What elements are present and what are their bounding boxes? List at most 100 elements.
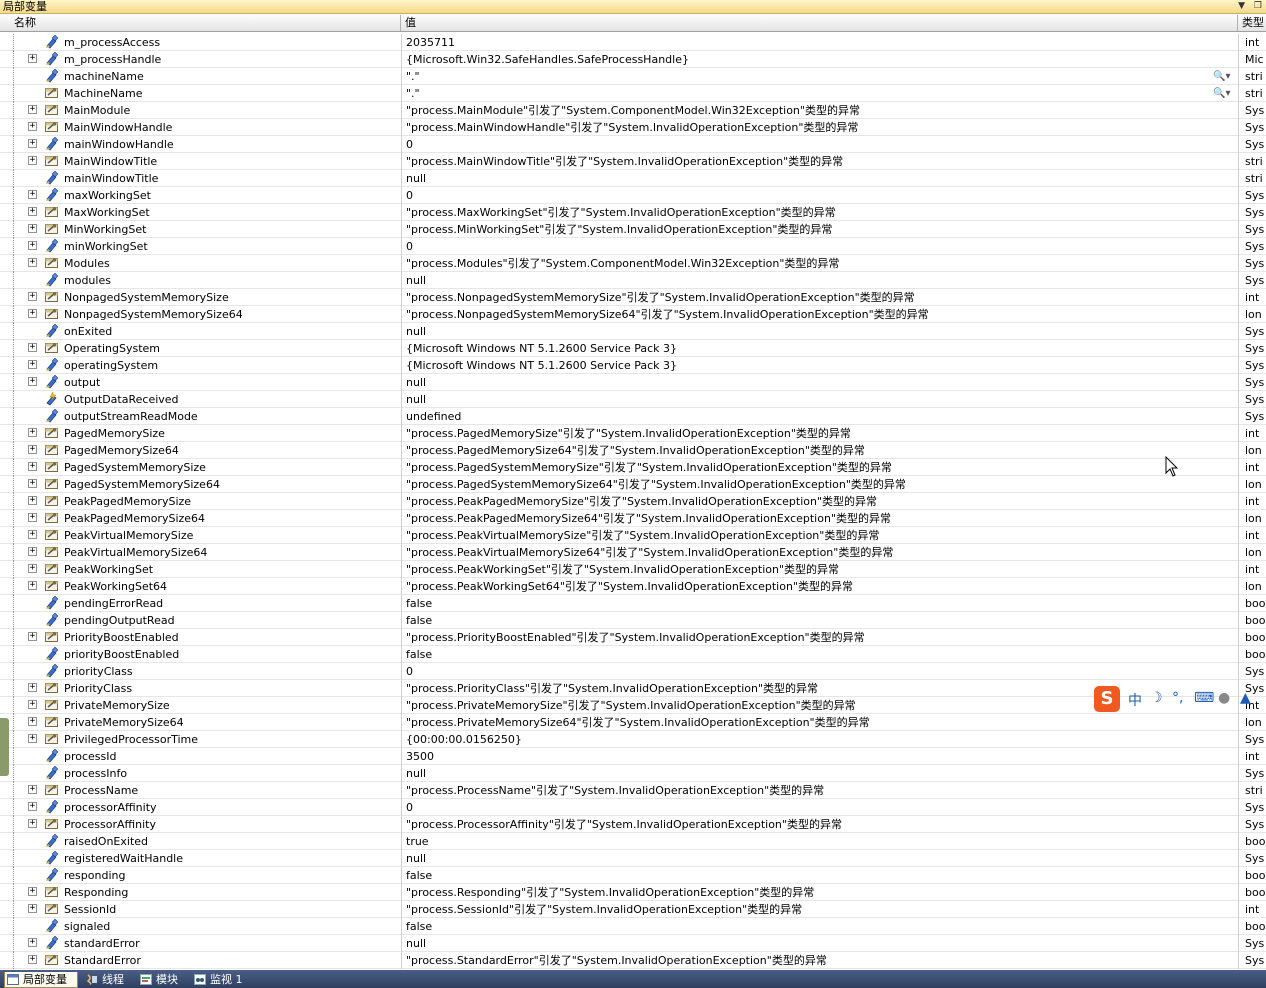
table-row[interactable]: + PagedMemorySize64 "process.PagedMemorySi… xyxy=(0,442,1266,459)
tab-locals[interactable]: 局部变量 xyxy=(4,972,78,988)
table-row[interactable]: responding false boo xyxy=(0,867,1266,884)
row-value[interactable]: null xyxy=(401,850,1238,867)
row-value[interactable]: null xyxy=(401,170,1238,187)
table-row[interactable]: pendingOutputRead false boo xyxy=(0,612,1266,629)
expand-toggle-icon[interactable]: + xyxy=(28,564,37,573)
ime-mode-label[interactable]: 中 xyxy=(1128,690,1142,710)
expand-toggle-icon[interactable]: + xyxy=(28,139,37,148)
row-value[interactable]: "process.PagedSystemMemorySize64"引发了"Sys… xyxy=(401,476,1238,493)
row-value[interactable]: "process.PeakWorkingSet"引发了"System.Inval… xyxy=(401,561,1238,578)
row-value[interactable]: "process.MainWindowHandle"引发了"System.Inv… xyxy=(401,119,1238,136)
expand-toggle-icon[interactable]: + xyxy=(28,819,37,828)
table-row[interactable]: registeredWaitHandle null Sys xyxy=(0,850,1266,867)
table-row[interactable]: signaled false boo xyxy=(0,918,1266,935)
row-value[interactable]: "process.PagedMemorySize"引发了"System.Inva… xyxy=(401,425,1238,442)
table-row[interactable]: + PriorityClass "process.PriorityClass"引发了… xyxy=(0,680,1266,697)
table-row[interactable]: priorityClass 0 Sys xyxy=(0,663,1266,680)
expand-toggle-icon[interactable]: + xyxy=(28,377,37,386)
row-value[interactable]: "process.PrivateMemorySize64"引发了"System.… xyxy=(401,714,1238,731)
expand-toggle-icon[interactable]: + xyxy=(28,785,37,794)
row-value[interactable]: "process.PagedSystemMemorySize"引发了"Syste… xyxy=(401,459,1238,476)
row-value[interactable]: "process.ProcessName"引发了"System.InvalidO… xyxy=(401,782,1238,799)
row-value[interactable]: 2035711 xyxy=(401,34,1238,51)
table-row[interactable]: + output null Sys xyxy=(0,374,1266,391)
expand-toggle-icon[interactable]: + xyxy=(28,309,37,318)
table-row[interactable]: + SessionId "process.SessionId"引发了"System.… xyxy=(0,901,1266,918)
row-value[interactable]: "." xyxy=(401,68,1238,85)
row-value[interactable]: "process.ProcessorAffinity"引发了"System.In… xyxy=(401,816,1238,833)
row-value[interactable]: 0 xyxy=(401,663,1238,680)
row-value[interactable]: "process.NonpagedSystemMemorySize64"引发了"… xyxy=(401,306,1238,323)
row-value[interactable]: false xyxy=(401,918,1238,935)
table-row[interactable]: + PagedSystemMemorySize64 "process.PagedSy… xyxy=(0,476,1266,493)
table-row[interactable]: + OperatingSystem {Microsoft Windows NT 5.… xyxy=(0,340,1266,357)
punctuation-icon[interactable]: °, xyxy=(1172,690,1183,706)
tab-threads[interactable]: 线程 xyxy=(84,972,124,988)
row-value[interactable]: null xyxy=(401,935,1238,952)
row-value[interactable]: false xyxy=(401,646,1238,663)
table-row[interactable]: + PrivateMemorySize64 "process.PrivateMemo… xyxy=(0,714,1266,731)
row-value[interactable]: false xyxy=(401,612,1238,629)
row-value[interactable]: "process.PeakPagedMemorySize64"引发了"Syste… xyxy=(401,510,1238,527)
table-row[interactable]: + maxWorkingSet 0 Sys xyxy=(0,187,1266,204)
row-value[interactable]: "process.MainWindowTitle"引发了"System.Inva… xyxy=(401,153,1238,170)
expand-toggle-icon[interactable]: + xyxy=(28,224,37,233)
expand-toggle-icon[interactable]: + xyxy=(28,343,37,352)
expand-toggle-icon[interactable]: + xyxy=(28,734,37,743)
dropdown-arrow-icon[interactable]: ▼ xyxy=(1238,1,1245,11)
row-value[interactable]: false xyxy=(401,867,1238,884)
expand-toggle-icon[interactable]: + xyxy=(28,292,37,301)
table-row[interactable]: + PeakWorkingSet "process.PeakWorkingSet"引… xyxy=(0,561,1266,578)
restore-window-icon[interactable]: ❐ xyxy=(1254,1,1262,11)
column-header-type[interactable]: 类型 xyxy=(1238,15,1266,31)
table-row[interactable]: priorityBoostEnabled false boo xyxy=(0,646,1266,663)
expand-toggle-icon[interactable]: + xyxy=(28,581,37,590)
row-value[interactable]: 3500 xyxy=(401,748,1238,765)
expand-toggle-icon[interactable]: + xyxy=(28,445,37,454)
table-row[interactable]: + PeakWorkingSet64 "process.PeakWorkingSet… xyxy=(0,578,1266,595)
row-value[interactable]: "process.PeakPagedMemorySize"引发了"System.… xyxy=(401,493,1238,510)
table-row[interactable]: + operatingSystem {Microsoft Windows NT 5.… xyxy=(0,357,1266,374)
expand-toggle-icon[interactable]: + xyxy=(28,632,37,641)
row-value[interactable]: "process.PeakVirtualMemorySize64"引发了"Sys… xyxy=(401,544,1238,561)
expand-toggle-icon[interactable]: + xyxy=(28,190,37,199)
row-value[interactable]: 0 xyxy=(401,238,1238,255)
table-row[interactable]: + PagedMemorySize "process.PagedMemorySize… xyxy=(0,425,1266,442)
table-row[interactable]: + PrivilegedProcessorTime {00:00:00.015625… xyxy=(0,731,1266,748)
expand-toggle-icon[interactable]: + xyxy=(28,904,37,913)
row-value[interactable]: null xyxy=(401,391,1238,408)
row-value[interactable]: {Microsoft Windows NT 5.1.2600 Service P… xyxy=(401,340,1238,357)
row-value[interactable]: {Microsoft Windows NT 5.1.2600 Service P… xyxy=(401,357,1238,374)
tab-modules[interactable]: 模块 xyxy=(138,972,178,988)
table-row[interactable]: + processorAffinity 0 Sys xyxy=(0,799,1266,816)
table-row[interactable]: onExited null Sys xyxy=(0,323,1266,340)
row-value[interactable]: "process.Modules"引发了"System.ComponentMod… xyxy=(401,255,1238,272)
table-row[interactable]: + standardError null Sys xyxy=(0,935,1266,952)
row-value[interactable]: true xyxy=(401,833,1238,850)
table-row[interactable]: + PriorityBoostEnabled "process.PriorityBo… xyxy=(0,629,1266,646)
row-value[interactable]: null xyxy=(401,272,1238,289)
expand-toggle-icon[interactable]: + xyxy=(28,530,37,539)
expand-toggle-icon[interactable]: + xyxy=(28,955,37,964)
expand-toggle-icon[interactable]: + xyxy=(28,258,37,267)
table-row[interactable]: + mainWindowHandle 0 Sys xyxy=(0,136,1266,153)
row-value[interactable]: null xyxy=(401,765,1238,782)
table-row[interactable]: + NonpagedSystemMemorySize64 "process.Nonp… xyxy=(0,306,1266,323)
row-value[interactable]: {Microsoft.Win32.SafeHandles.SafeProcess… xyxy=(401,51,1238,68)
row-value[interactable]: "process.NonpagedSystemMemorySize"引发了"Sy… xyxy=(401,289,1238,306)
row-value[interactable]: 0 xyxy=(401,799,1238,816)
table-row[interactable]: + ProcessName "process.ProcessName"引发了"Sys… xyxy=(0,782,1266,799)
expand-toggle-icon[interactable]: + xyxy=(28,717,37,726)
expand-toggle-icon[interactable]: + xyxy=(28,122,37,131)
row-value[interactable]: "process.MainModule"引发了"System.Component… xyxy=(401,102,1238,119)
expand-toggle-icon[interactable]: + xyxy=(28,479,37,488)
expand-toggle-icon[interactable]: + xyxy=(28,887,37,896)
table-row[interactable]: + Responding "process.Responding"引发了"Syste… xyxy=(0,884,1266,901)
row-value[interactable]: {00:00:00.0156250} xyxy=(401,731,1238,748)
sogou-logo-icon[interactable]: S xyxy=(1094,686,1120,712)
row-value[interactable]: "process.Responding"引发了"System.InvalidOp… xyxy=(401,884,1238,901)
table-row[interactable]: + PeakPagedMemorySize64 "process.PeakPaged… xyxy=(0,510,1266,527)
expand-toggle-icon[interactable]: + xyxy=(28,513,37,522)
table-row[interactable]: + PeakPagedMemorySize "process.PeakPagedMe… xyxy=(0,493,1266,510)
expand-toggle-icon[interactable]: + xyxy=(28,700,37,709)
